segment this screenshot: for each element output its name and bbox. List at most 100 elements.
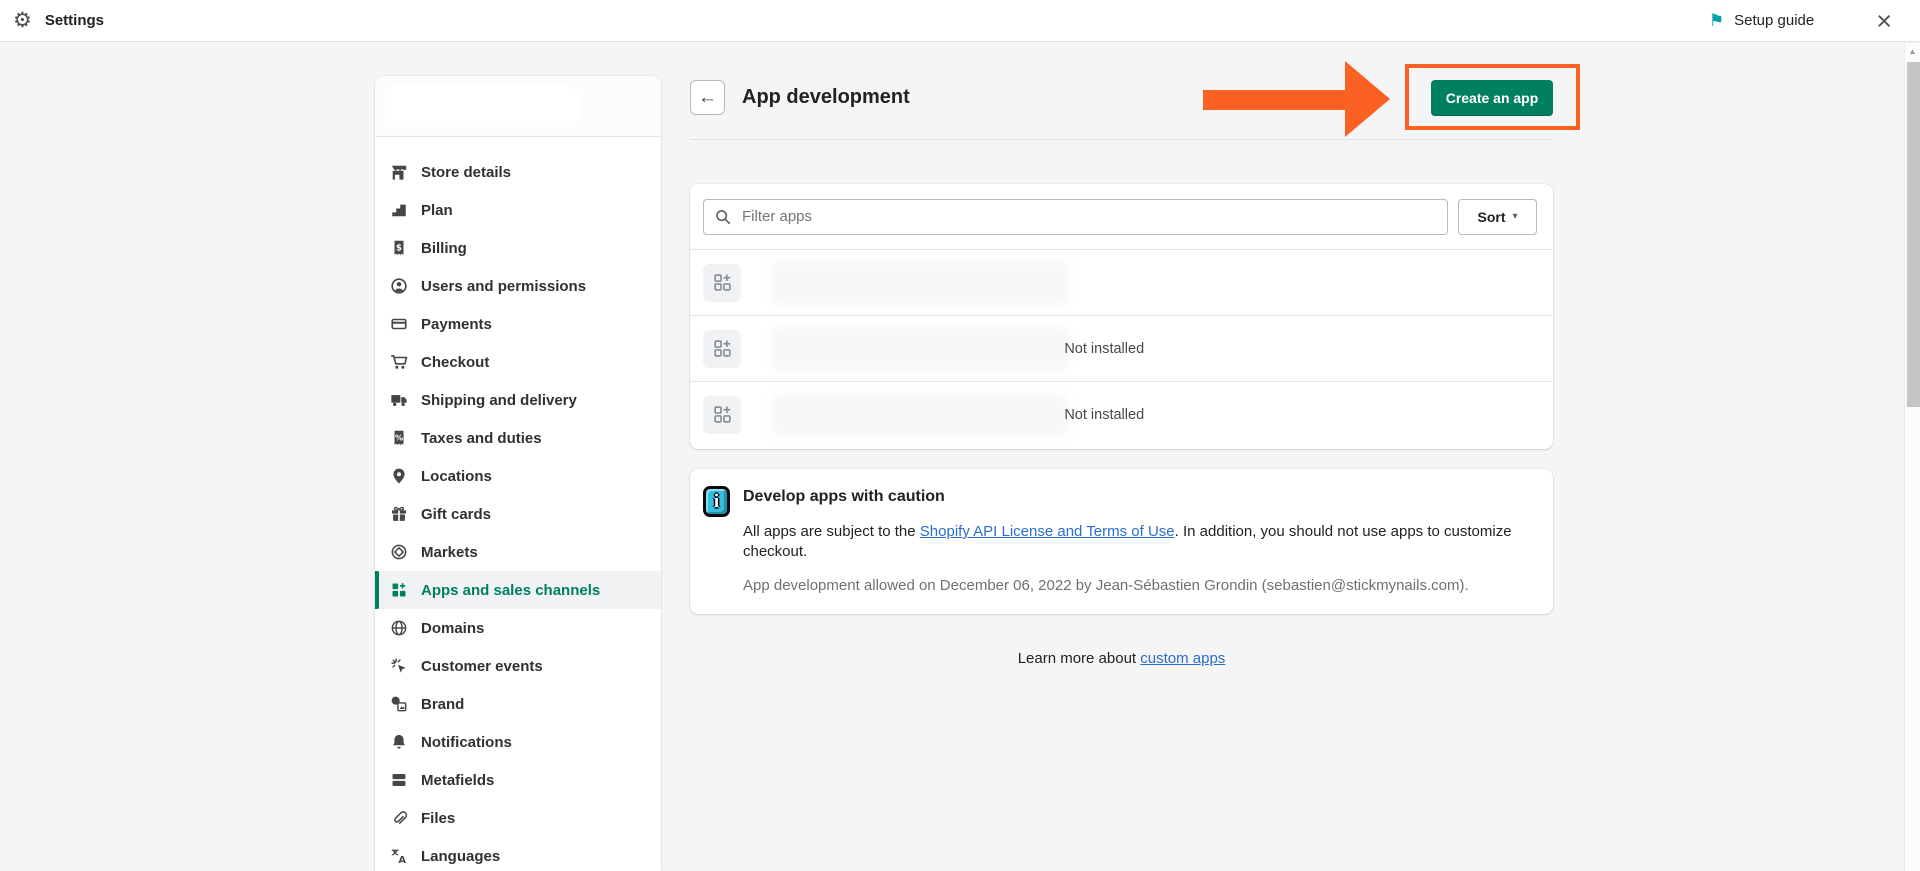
customer-events-icon	[390, 657, 408, 675]
sidebar-item-label: Billing	[421, 240, 467, 257]
sidebar-item-label: Store details	[421, 164, 511, 181]
apps-card: Sort ▾ Not installed Not installed	[690, 184, 1553, 449]
app-row[interactable]: Not installed	[690, 381, 1553, 447]
close-icon[interactable]: ×	[1876, 11, 1892, 31]
sidebar-item-gift-cards[interactable]: Gift cards	[375, 495, 661, 533]
sidebar-item-store-details[interactable]: Store details	[375, 153, 661, 191]
learn-more-line: Learn more about custom apps	[690, 650, 1553, 667]
sidebar-item-checkout[interactable]: Checkout	[375, 343, 661, 381]
top-bar-right: ⚑ Setup guide ×	[1709, 11, 1920, 31]
app-grid-icon	[703, 396, 741, 434]
back-button[interactable]: ←	[690, 80, 725, 115]
create-an-app-button[interactable]: Create an app	[1431, 80, 1553, 116]
sidebar-item-label: Brand	[421, 696, 464, 713]
sidebar-item-label: Customer events	[421, 658, 543, 675]
sidebar-item-label: Domains	[421, 620, 484, 637]
caution-card: i Develop apps with caution All apps are…	[690, 469, 1553, 614]
api-license-link[interactable]: Shopify API License and Terms of Use	[920, 523, 1175, 540]
markets-icon	[390, 543, 408, 561]
app-row[interactable]	[690, 249, 1553, 315]
sidebar-item-notifications[interactable]: Notifications	[375, 723, 661, 761]
app-grid-icon	[703, 264, 741, 302]
main-content: ← App development Sort ▾	[690, 76, 1553, 667]
store-header	[375, 76, 661, 137]
sidebar-item-users-and-permissions[interactable]: Users and permissions	[375, 267, 661, 305]
page-title: App development	[742, 86, 910, 109]
caution-title: Develop apps with caution	[743, 488, 1533, 506]
sidebar-item-taxes-and-duties[interactable]: % Taxes and duties	[375, 419, 661, 457]
info-icon: i	[703, 486, 730, 517]
sidebar-item-languages[interactable]: ALanguages	[375, 837, 661, 871]
apps-icon	[390, 581, 408, 599]
sidebar-item-domains[interactable]: Domains	[375, 609, 661, 647]
sidebar-item-label: Gift cards	[421, 506, 491, 523]
sidebar-item-label: Users and permissions	[421, 278, 586, 295]
sidebar-item-markets[interactable]: Markets	[375, 533, 661, 571]
locations-icon	[390, 467, 408, 485]
sort-button[interactable]: Sort ▾	[1458, 199, 1537, 235]
page-scrollbar: ▲	[1904, 43, 1920, 871]
sidebar-item-plan[interactable]: Plan	[375, 191, 661, 229]
shipping-icon	[390, 391, 408, 409]
metafields-icon	[390, 771, 408, 789]
sidebar-item-label: Plan	[421, 202, 453, 219]
scrollbar-up-arrow[interactable]: ▲	[1905, 43, 1920, 60]
setup-guide-button[interactable]: Setup guide	[1734, 12, 1814, 29]
billing-icon: $	[390, 239, 408, 257]
sidebar-item-files[interactable]: Files	[375, 799, 661, 837]
learn-more-prefix: Learn more about	[1018, 650, 1141, 667]
taxes-icon: %	[390, 429, 408, 447]
app-row[interactable]: Not installed	[690, 315, 1553, 381]
window-title: Settings	[45, 12, 104, 29]
sidebar-item-payments[interactable]: Payments	[375, 305, 661, 343]
redacted-store-name	[383, 85, 581, 127]
app-status: Not installed	[1064, 341, 1144, 357]
caution-body: All apps are subject to the Shopify API …	[743, 522, 1533, 562]
users-icon	[390, 277, 408, 295]
svg-text:$: $	[396, 243, 402, 253]
brand-icon	[390, 695, 408, 713]
plan-icon	[390, 201, 408, 219]
storefront-icon	[390, 163, 408, 181]
sidebar-item-label: Apps and sales channels	[421, 582, 600, 599]
sidebar-item-metafields[interactable]: Metafields	[375, 761, 661, 799]
sidebar-item-customer-events[interactable]: Customer events	[375, 647, 661, 685]
svg-text:A: A	[398, 855, 406, 865]
sidebar-item-label: Markets	[421, 544, 478, 561]
redacted-app-name	[770, 393, 1070, 437]
apps-list: Not installed Not installed	[690, 249, 1553, 447]
sidebar-item-label: Locations	[421, 468, 492, 485]
settings-sidebar: Store details Plan $ Billing Users and permi…	[375, 76, 661, 871]
custom-apps-link[interactable]: custom apps	[1140, 650, 1225, 667]
sidebar-item-brand[interactable]: Brand	[375, 685, 661, 723]
languages-icon: A	[390, 847, 408, 865]
sort-label: Sort	[1477, 209, 1505, 225]
sidebar-item-shipping-and-delivery[interactable]: Shipping and delivery	[375, 381, 661, 419]
sidebar-item-apps-and-sales-channels[interactable]: Apps and sales channels	[375, 571, 661, 609]
top-bar: ⚙ Settings ⚑ Setup guide ×	[0, 0, 1920, 42]
caution-body-prefix: All apps are subject to the	[743, 523, 920, 540]
sidebar-item-label: Payments	[421, 316, 492, 333]
redacted-app-name	[770, 261, 1070, 305]
notifications-icon	[390, 733, 408, 751]
annotation-arrow	[1203, 61, 1391, 138]
header-divider	[690, 139, 1553, 140]
top-bar-left: ⚙ Settings	[0, 10, 104, 31]
payments-icon	[390, 315, 408, 333]
settings-window: ⚙ Settings ⚑ Setup guide × Store details…	[0, 0, 1920, 871]
app-grid-icon	[703, 330, 741, 368]
scrollbar-thumb[interactable]	[1907, 62, 1920, 407]
svg-text:%: %	[395, 433, 403, 443]
filter-apps-input[interactable]	[703, 199, 1448, 235]
sidebar-item-locations[interactable]: Locations	[375, 457, 661, 495]
chevron-down-icon: ▾	[1512, 212, 1517, 222]
caution-note: App development allowed on December 06, …	[743, 577, 1533, 594]
caution-content: Develop apps with caution All apps are s…	[743, 486, 1533, 594]
sidebar-item-billing[interactable]: $ Billing	[375, 229, 661, 267]
gear-icon: ⚙	[13, 10, 32, 31]
sidebar-item-label: Taxes and duties	[421, 430, 542, 447]
app-status: Not installed	[1064, 407, 1144, 423]
domains-icon	[390, 619, 408, 637]
sidebar-item-label: Metafields	[421, 772, 494, 789]
redacted-app-name	[770, 327, 1070, 371]
